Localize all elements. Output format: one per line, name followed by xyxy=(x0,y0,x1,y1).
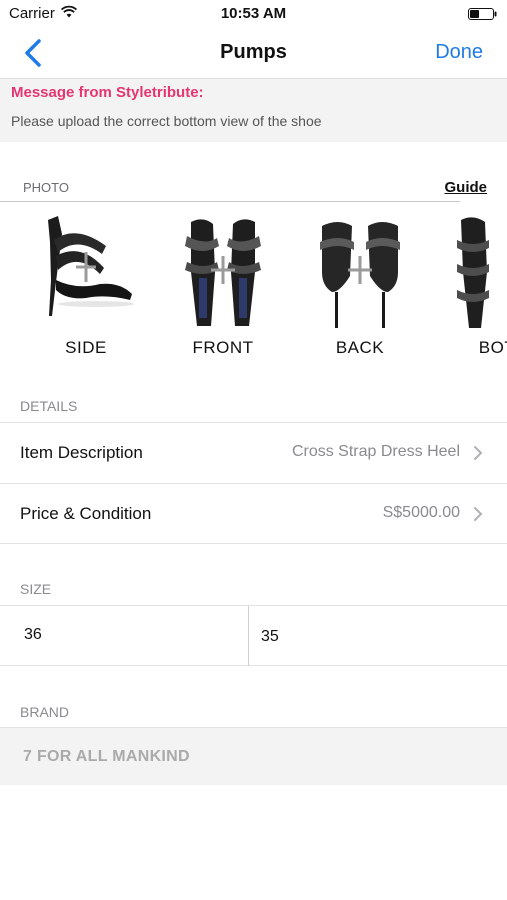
done-button[interactable]: Done xyxy=(435,41,483,64)
photo-strip[interactable]: SIDE FRONT BACK BO xyxy=(0,210,507,370)
photo-slot-front[interactable]: FRONT xyxy=(168,210,278,360)
shoe-side-image xyxy=(48,216,134,316)
details-section-label: DETAILS xyxy=(20,398,78,414)
brand-value: 7 FOR ALL MANKIND xyxy=(23,748,190,765)
shoe-front-image xyxy=(185,219,261,326)
navigation-bar: Pumps Done xyxy=(0,28,507,78)
photo-slot-back[interactable]: BACK xyxy=(305,210,415,360)
photo-slot-label: SIDE xyxy=(65,338,107,357)
page-title: Pumps xyxy=(220,41,287,63)
chevron-right-icon xyxy=(474,507,483,521)
photo-slot-label: BOT xyxy=(478,338,507,357)
photo-slot-label: BACK xyxy=(335,338,385,357)
price-condition-row[interactable]: Price & Condition S$5000.00 xyxy=(0,483,507,544)
size-right-value: 35 xyxy=(261,628,279,645)
row-label: Price & Condition xyxy=(20,504,152,523)
message-title: Message from Styletribute: xyxy=(11,84,204,101)
shoe-back-image xyxy=(320,222,400,328)
clock: 10:53 AM xyxy=(220,5,287,22)
row-value: S$5000.00 xyxy=(382,504,460,521)
size-row: 36 35 xyxy=(0,605,507,666)
message-body: Please upload the correct bottom view of… xyxy=(11,113,322,129)
size-right-field[interactable]: 35 xyxy=(249,606,507,666)
shoe-bottom-image xyxy=(457,217,489,328)
photo-slot-side[interactable]: SIDE xyxy=(31,210,141,360)
row-value: Cross Strap Dress Heel xyxy=(291,443,460,460)
photo-slot-bottom[interactable]: BOT xyxy=(442,210,507,360)
brand-section-label: BRAND xyxy=(20,704,70,720)
size-section-label: SIZE xyxy=(20,581,52,597)
guide-link[interactable]: Guide xyxy=(444,179,487,196)
status-bar: Carrier 10:53 AM xyxy=(0,0,507,28)
photo-slot-label: FRONT xyxy=(192,338,254,357)
chevron-right-icon xyxy=(474,446,483,460)
battery-icon xyxy=(468,8,497,20)
size-left-value: 36 xyxy=(24,626,42,643)
photo-section-label: PHOTO xyxy=(23,180,69,195)
photo-section-header: PHOTO Guide xyxy=(0,172,507,202)
size-left-field[interactable]: 36 xyxy=(0,606,248,666)
photo-divider xyxy=(0,201,460,202)
brand-field[interactable]: 7 FOR ALL MANKIND xyxy=(0,727,507,785)
item-description-row[interactable]: Item Description Cross Strap Dress Heel xyxy=(0,422,507,483)
message-banner: Message from Styletribute: Please upload… xyxy=(0,78,507,142)
row-label: Item Description xyxy=(20,443,143,462)
